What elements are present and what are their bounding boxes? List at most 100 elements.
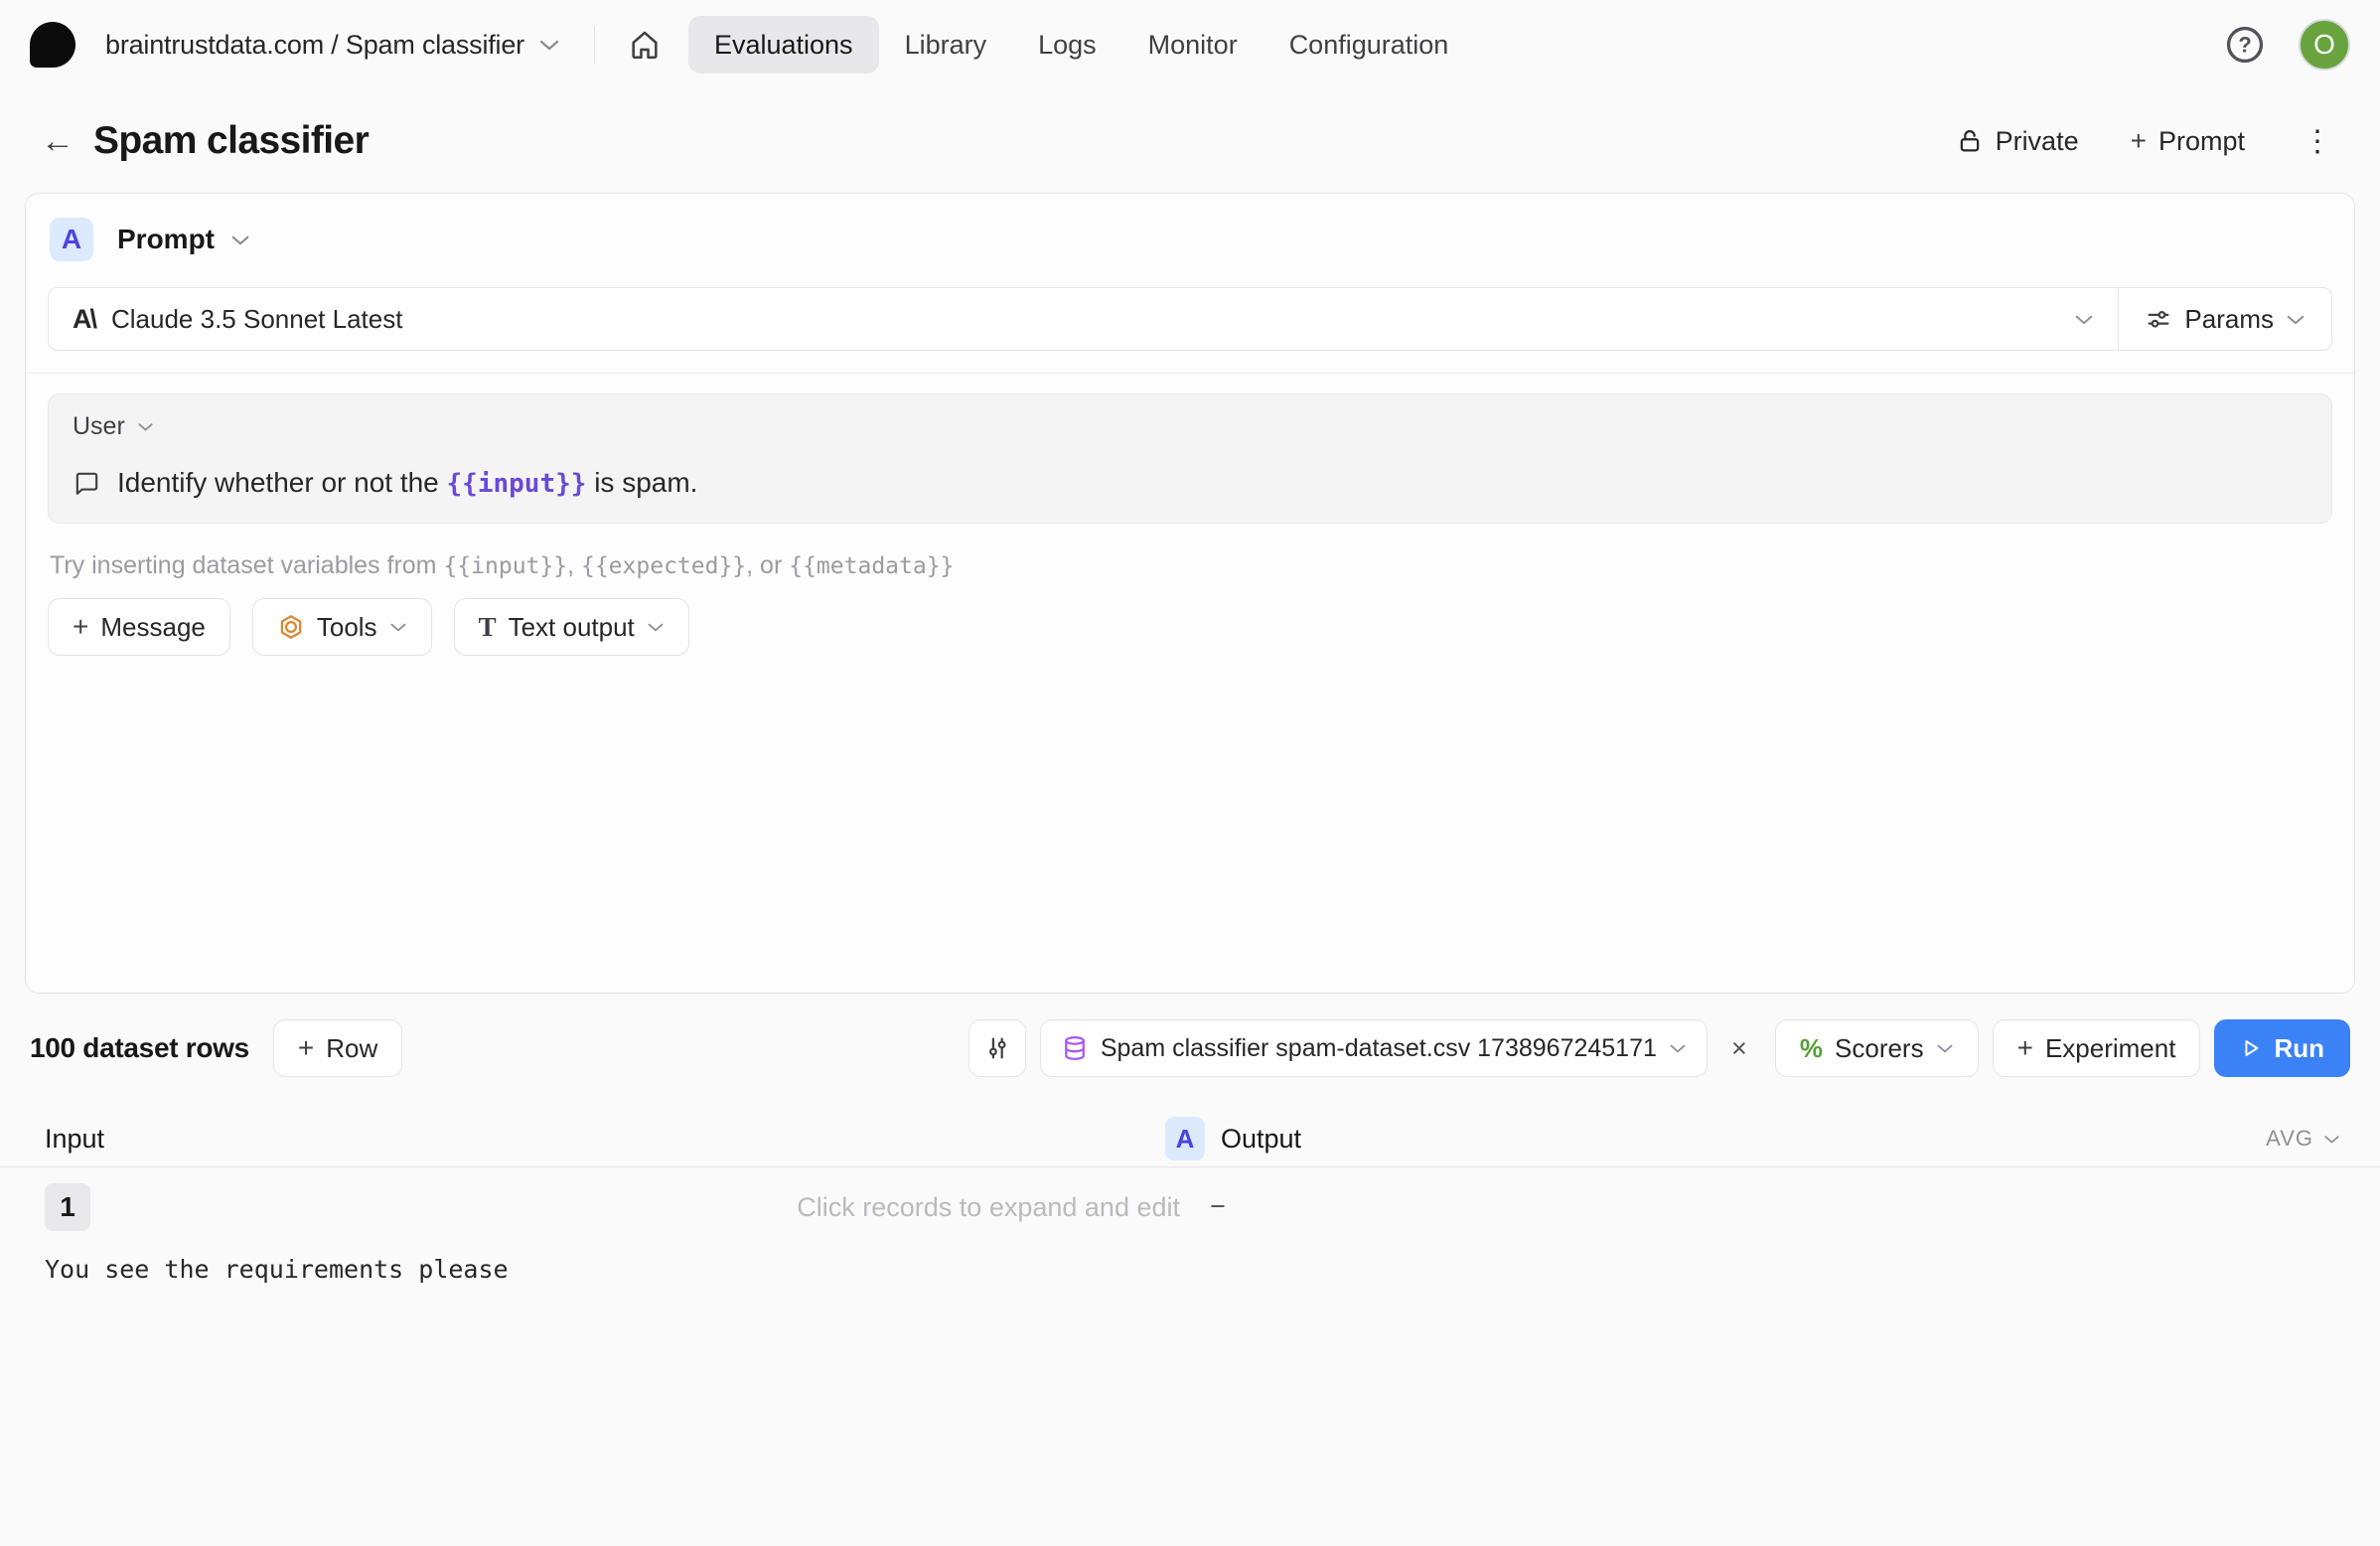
text-output-button[interactable]: T Text output — [454, 598, 689, 656]
tools-nut-icon — [277, 613, 305, 641]
home-icon[interactable] — [623, 23, 667, 67]
avatar[interactable]: O — [2299, 19, 2350, 71]
anthropic-icon: A\ — [73, 304, 95, 335]
model-select[interactable]: A\ Claude 3.5 Sonnet Latest — [49, 288, 2118, 350]
braintrust-logo[interactable] — [30, 22, 75, 68]
percent-icon: % — [1800, 1033, 1823, 1064]
dataset-rows-count: 100 dataset rows — [30, 1032, 249, 1064]
more-menu-button[interactable]: ⋮ — [2297, 124, 2338, 159]
params-label: Params — [2184, 304, 2274, 335]
text-output-label: Text output — [509, 612, 635, 643]
breadcrumb[interactable]: braintrustdata.com / Spam classifier — [105, 30, 560, 61]
editor-buttons: + Message Tools T Text output — [48, 598, 2332, 656]
plus-icon: + — [2017, 1032, 2033, 1064]
tab-evaluations[interactable]: Evaluations — [688, 16, 879, 74]
chevron-down-icon — [389, 621, 407, 633]
add-prompt-button[interactable]: + Prompt — [2131, 125, 2245, 157]
private-button[interactable]: Private — [1956, 126, 2079, 157]
chevron-down-icon — [2074, 313, 2094, 326]
prompt-message-editor[interactable]: Identify whether or not the {{input}} is… — [73, 467, 2307, 499]
chevron-down-icon — [647, 621, 665, 633]
row-input-text[interactable]: You see the requirements please — [45, 1255, 2340, 1284]
tab-configuration[interactable]: Configuration — [1264, 16, 1475, 74]
dataset-name: Spam classifier spam-dataset.csv 1738967… — [1101, 1034, 1657, 1063]
lock-icon — [1956, 127, 1984, 155]
private-label: Private — [1996, 126, 2079, 157]
prompt-section-dropdown[interactable]: Prompt — [117, 224, 250, 255]
chevron-down-icon — [2286, 313, 2306, 326]
role-dropdown[interactable]: User — [73, 412, 154, 441]
sliders-icon — [2145, 305, 2172, 333]
tab-logs[interactable]: Logs — [1012, 16, 1122, 74]
avg-dropdown[interactable]: AVG — [2266, 1126, 2340, 1152]
database-icon — [1061, 1034, 1089, 1062]
remove-dataset-button[interactable]: × — [1717, 1026, 1761, 1070]
output-prompt-badge: A — [1165, 1117, 1205, 1160]
chevron-down-icon — [1936, 1042, 1954, 1054]
chevron-down-icon — [538, 38, 560, 52]
run-label: Run — [2274, 1033, 2324, 1064]
table-row[interactable]: 1 Click records to expand and edit − You… — [0, 1167, 2380, 1284]
output-column-label: Output — [1221, 1124, 1301, 1155]
chevron-down-icon — [2323, 1134, 2340, 1145]
chevron-down-icon — [137, 421, 154, 432]
dataset-toolbar: 100 dataset rows + Row Spam classifier s… — [30, 1017, 2350, 1079]
chevron-down-icon — [230, 233, 250, 246]
nav-tabs: Evaluations Library Logs Monitor Configu… — [688, 16, 1474, 74]
dataset-table: Input A Output AVG 1 Click records to ex… — [0, 1111, 2380, 1284]
prompt-panel: A Prompt A\ Claude 3.5 Sonnet Latest Par… — [25, 193, 2355, 994]
play-icon — [2240, 1037, 2262, 1059]
breadcrumb-label: braintrustdata.com / Spam classifier — [105, 30, 524, 61]
prompt-badge: A — [50, 218, 93, 261]
prompt-panel-header: A Prompt — [26, 194, 2354, 261]
add-row-button[interactable]: + Row — [273, 1019, 402, 1077]
role-label: User — [73, 412, 125, 441]
top-nav: braintrustdata.com / Spam classifier Eva… — [0, 0, 2380, 89]
plus-icon: + — [73, 611, 88, 643]
text-type-icon: T — [479, 612, 497, 643]
model-row: A\ Claude 3.5 Sonnet Latest Params — [48, 287, 2332, 351]
model-name: Claude 3.5 Sonnet Latest — [111, 304, 402, 335]
add-message-button[interactable]: + Message — [48, 598, 230, 656]
tools-label: Tools — [317, 612, 377, 643]
input-column-header: Input — [45, 1124, 1165, 1155]
dataset-toolbar-right: Spam classifier spam-dataset.csv 1738967… — [968, 1019, 2350, 1077]
add-message-label: Message — [100, 612, 206, 643]
scorers-button[interactable]: % Scorers — [1775, 1019, 1979, 1077]
page-title: Spam classifier — [93, 119, 369, 163]
dataset-select[interactable]: Spam classifier spam-dataset.csv 1738967… — [1040, 1019, 1708, 1077]
avg-label: AVG — [2266, 1126, 2313, 1152]
message-bubble-icon — [73, 469, 101, 498]
tab-monitor[interactable]: Monitor — [1122, 16, 1264, 74]
page-header-actions: Private + Prompt ⋮ — [1956, 124, 2338, 159]
tools-button[interactable]: Tools — [252, 598, 432, 656]
params-button[interactable]: Params — [2118, 288, 2331, 350]
sliders-vertical-icon — [983, 1034, 1011, 1062]
add-experiment-button[interactable]: + Experiment — [1993, 1019, 2201, 1077]
output-cell[interactable]: − — [1210, 1183, 1226, 1222]
add-row-label: Row — [326, 1033, 377, 1064]
expand-hint-text: Click records to expand and edit — [797, 1192, 1210, 1223]
plus-icon: + — [2131, 125, 2147, 157]
prompt-section-label: Prompt — [117, 224, 215, 255]
help-icon[interactable]: ? — [2223, 23, 2267, 67]
page-header: ← Spam classifier Private + Prompt ⋮ — [0, 89, 2380, 193]
tab-library[interactable]: Library — [879, 16, 1013, 74]
variables-helper-text: Try inserting dataset variables from {{i… — [50, 551, 2330, 580]
user-message-block: User Identify whether or not the {{input… — [48, 393, 2332, 524]
scorers-label: Scorers — [1835, 1033, 1924, 1064]
add-experiment-label: Experiment — [2045, 1033, 2176, 1064]
input-variable-token: {{input}} — [447, 469, 587, 499]
message-text: Identify whether or not the {{input}} is… — [117, 467, 697, 499]
output-column-header: A Output — [1165, 1117, 1301, 1160]
back-button[interactable]: ← — [36, 119, 79, 163]
panel-divider — [26, 373, 2354, 374]
nav-divider — [594, 26, 595, 64]
plus-icon: + — [298, 1032, 314, 1064]
top-nav-right: ? O — [2223, 19, 2350, 71]
run-button[interactable]: Run — [2214, 1019, 2350, 1077]
row-index-badge: 1 — [45, 1183, 90, 1231]
column-settings-button[interactable] — [968, 1019, 1026, 1077]
table-header: Input A Output AVG — [0, 1111, 2380, 1166]
input-cell[interactable]: 1 Click records to expand and edit — [45, 1183, 1210, 1231]
